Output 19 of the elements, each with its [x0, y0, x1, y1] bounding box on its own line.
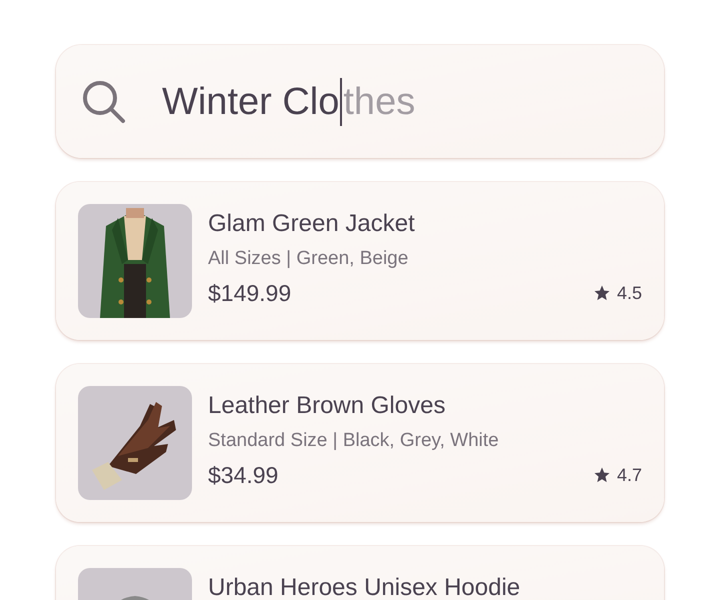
star-icon [592, 466, 611, 484]
product-details: All Sizes | Green, Beige [208, 247, 410, 271]
product-price: $149.99 [208, 279, 292, 308]
product-price: $34.99 [208, 461, 278, 490]
text-cursor [340, 78, 342, 126]
product-card[interactable]: Urban Heroes Unisex Hoodie [56, 546, 664, 600]
autocomplete-suggestion: thes [343, 80, 416, 124]
product-card[interactable]: Leather Brown Gloves Standard Size | Black, Grey, White $34.99 4.7 [56, 364, 664, 522]
star-icon [592, 284, 611, 302]
product-card[interactable]: Glam Green Jacket All Sizes | Green, Beige $149.99 4.5 [56, 182, 664, 340]
product-name: Glam Green Jacket [208, 209, 416, 239]
search-text: Winter Clo [162, 80, 340, 124]
rating-value: 4.7 [616, 464, 642, 486]
search-icon [82, 80, 126, 124]
search-field[interactable]: Winter Clothes [56, 45, 664, 158]
product-name: Urban Heroes Unisex Hoodie [208, 573, 522, 600]
product-name: Leather Brown Gloves [208, 391, 446, 421]
rating-value: 4.5 [616, 282, 642, 304]
product-details: Standard Size | Black, Grey, White [208, 429, 500, 453]
